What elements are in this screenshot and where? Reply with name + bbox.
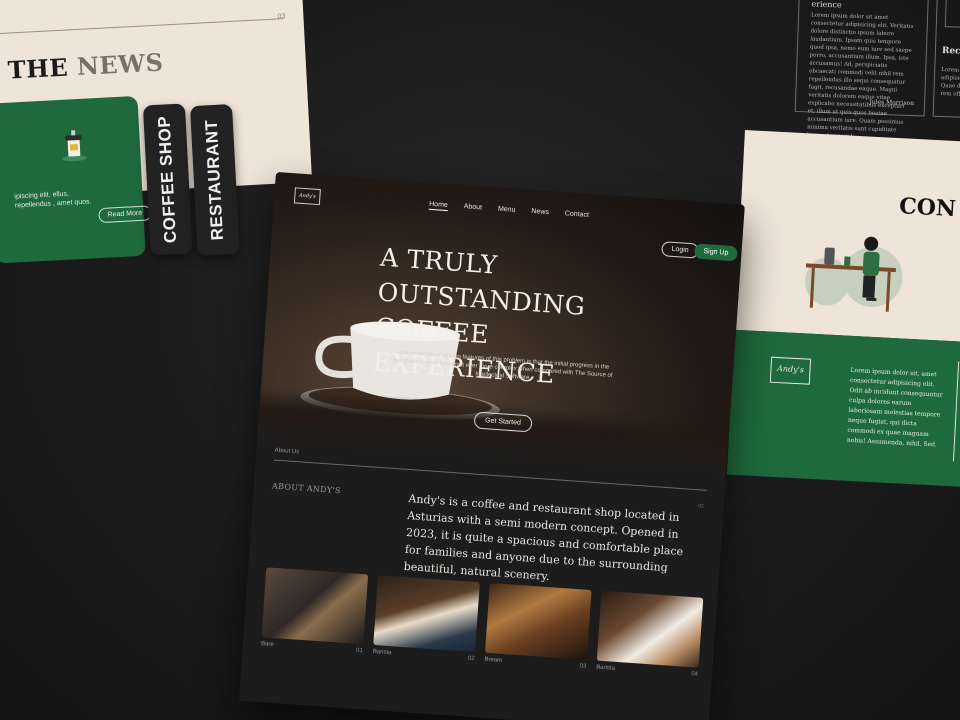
gallery-item[interactable]: Barista 04: [596, 590, 704, 684]
news-title-b: NEWS: [76, 47, 165, 82]
gallery-item[interactable]: Barista 02: [372, 575, 480, 668]
gallery-caption: Barista 02: [372, 649, 475, 668]
contact-footer: Andy's Lorem ipsum dolor sit, amet conse…: [726, 329, 960, 489]
gallery-caption-label: Bare: [260, 641, 274, 648]
read-more-button[interactable]: Read More: [98, 205, 152, 224]
gallery-item[interactable]: Bare 01: [260, 567, 369, 660]
gallery-item[interactable]: Bream 03: [484, 582, 592, 676]
tab-restaurant-label: RESTAURANT: [201, 119, 228, 241]
signup-button[interactable]: Sign Up: [693, 243, 738, 262]
main-nav: Home About Menu News Contact: [428, 200, 590, 221]
contact-body: Lorem ipsum dolor sit, amet consectetur …: [846, 366, 943, 449]
news-excerpt: ipiscing elit. ellus, repellendus , amet…: [14, 190, 92, 210]
contact-divider: [952, 361, 960, 462]
nav-contact[interactable]: Contact: [564, 210, 590, 221]
gallery-caption-number: 04: [691, 671, 699, 678]
site-logo[interactable]: Andy's: [293, 187, 321, 206]
news-title-a: THE: [7, 52, 69, 85]
gallery-caption-number: 02: [467, 655, 475, 663]
news-page-number: 03: [277, 13, 286, 21]
barista-illustration-icon: [805, 236, 903, 312]
latte-art-photo: [373, 575, 480, 653]
gallery-caption: Bare 01: [260, 641, 363, 660]
tab-coffee-shop[interactable]: COFFEE SHOP: [142, 103, 193, 256]
showcase-stage: 03 THE NEWS ipiscing elit. ellus, repell…: [0, 0, 960, 720]
about-page-number: 02: [697, 503, 704, 510]
contact-logo: Andy's: [769, 356, 812, 385]
landing-page: Andy's Home About Menu News Contact Logi…: [239, 172, 745, 720]
nav-menu[interactable]: Menu: [498, 206, 516, 216]
nav-about[interactable]: About: [463, 203, 482, 213]
tab-coffee-shop-label: COFFEE SHOP: [154, 115, 181, 244]
news-divider: [0, 18, 284, 35]
gallery-caption-label: Bream: [484, 656, 503, 664]
coffee-brewing-photo: [484, 582, 592, 660]
gallery-caption: Bream 03: [484, 656, 587, 676]
news-card-group: 03 THE NEWS ipiscing elit. ellus, repell…: [0, 0, 313, 264]
news-feature-card: ipiscing elit. ellus, repellendus , amet…: [0, 95, 152, 264]
gallery-caption-number: 01: [355, 647, 363, 655]
article-body: Lorem ipsum dolor sit amet consectetur a…: [807, 12, 914, 140]
gallery-caption-label: Barista: [372, 648, 392, 657]
contact-card-group: CON Andy's Lorem ipsum dolor sit, amet c…: [726, 130, 960, 503]
landing-page-mockup: Andy's Home About Menu News Contact Logi…: [239, 172, 745, 720]
contact-title: CON: [898, 193, 957, 223]
gallery-caption: Barista 04: [596, 664, 699, 684]
hero-section: Andy's Home About Menu News Contact Logi…: [257, 172, 745, 475]
espresso-machine-photo: [261, 567, 369, 645]
about-us-label[interactable]: About Us: [274, 448, 299, 456]
gallery-caption-label: Barista: [596, 664, 616, 672]
article-card: erience Lorem ipsum dolor sit amet conse…: [794, 0, 930, 140]
nav-home[interactable]: Home: [428, 200, 449, 212]
articles-group: erience Lorem ipsum dolor sit amet conse…: [794, 0, 960, 140]
barista-cup-photo: [596, 590, 704, 668]
article-card-2-header: [944, 0, 960, 29]
nav-news[interactable]: News: [531, 208, 549, 218]
article-title: erience: [811, 0, 842, 10]
article-2-title: Rec: [941, 46, 960, 57]
contact-header: CON: [734, 130, 960, 344]
article-card-2: Rec Lorem ipsum adipisicing elit. Quae d…: [932, 0, 960, 119]
news-title: THE NEWS: [7, 48, 164, 85]
tab-restaurant[interactable]: RESTAURANT: [189, 103, 240, 256]
login-button[interactable]: Login: [661, 241, 700, 259]
about-heading: ABOUT ANDY'S: [271, 481, 341, 496]
article-2-body: Lorem ipsum adipisicing elit. Quae delen…: [940, 66, 960, 99]
coffee-cup-icon: [62, 130, 87, 162]
gallery-caption-number: 03: [579, 663, 587, 670]
